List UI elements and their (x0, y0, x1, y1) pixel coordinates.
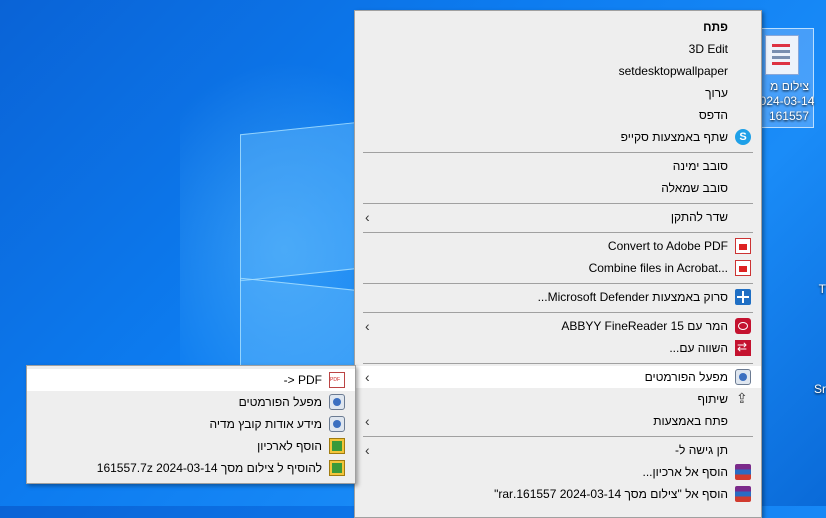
menu-item-format-factory[interactable]: ‹ מפעל הפורמטים (355, 366, 761, 388)
menu-item-add-to-archive[interactable]: הוסף אל ארכיון... (355, 461, 761, 483)
menu-item-convert-adobe-pdf[interactable]: Convert to Adobe PDF (355, 235, 761, 257)
submenu-item-format-factory[interactable]: מפעל הפורמטים (27, 391, 355, 413)
pdf-icon (329, 372, 345, 388)
menu-item-label: שתף באמצעות סקייפ (620, 130, 728, 144)
menu-separator (363, 363, 753, 364)
menu-item-label: ערוך (705, 86, 728, 100)
menu-item-label: הוסף אל "צילום מסך 2024-03-14 161557.rar… (494, 487, 728, 501)
menu-item-print[interactable]: הדפס (355, 104, 761, 126)
adobe-pdf-icon (735, 238, 751, 254)
menu-item-label: פתח באמצעות (653, 414, 728, 428)
skype-icon: S (735, 129, 751, 145)
menu-item-open-with[interactable]: ‹ פתח באמצעות (355, 410, 761, 432)
image-file-icon (765, 35, 799, 75)
defender-icon (735, 289, 751, 305)
winrar-icon (735, 464, 751, 480)
submenu-item-media-info[interactable]: מידע אודות קובץ מדיה (27, 413, 355, 435)
menu-item-compare-with[interactable]: השווה עם... (355, 337, 761, 359)
share-icon (735, 390, 751, 407)
menu-item-label: המר עם ABBYY FineReader 15 (561, 319, 728, 333)
edge-desktop-label-1: T (818, 282, 826, 296)
context-menu: פתח 3D Edit setdesktopwallpaper ערוך הדפ… (354, 10, 762, 518)
menu-separator (363, 436, 753, 437)
menu-item-label: שיתוף (697, 392, 728, 406)
7zip-icon (329, 438, 345, 454)
chevron-left-icon: ‹ (365, 209, 370, 225)
menu-item-cast-to-device[interactable]: ‹ שדר להתקן (355, 206, 761, 228)
menu-item-rotate-left[interactable]: סובב שמאלה (355, 177, 761, 199)
menu-item-scan-defender[interactable]: סרוק באמצעות Microsoft Defender... (355, 286, 761, 308)
submenu-item-add-7z[interactable]: להוסיף ל צילום מסך 2024-03-14 161557.7z (27, 457, 355, 479)
menu-item-label: הדפס (698, 108, 728, 122)
menu-item-label: תן גישה ל- (675, 443, 728, 457)
windows-logo-pane-top (240, 121, 360, 282)
menu-item-label: Convert to Adobe PDF (607, 239, 728, 253)
menu-item-label: מפעל הפורמטים (644, 370, 728, 384)
menu-separator (363, 152, 753, 153)
edge-desktop-label-2: Sr (814, 382, 826, 396)
menu-item-open[interactable]: פתח (355, 16, 761, 38)
submenu-item-label: -> PDF (283, 373, 322, 387)
menu-item-share-skype[interactable]: S שתף באמצעות סקייפ (355, 126, 761, 148)
submenu-item-add-archive[interactable]: הוסף לארכיון (27, 435, 355, 457)
menu-item-label: סרוק באמצעות Microsoft Defender... (537, 290, 728, 304)
compare-icon (735, 340, 751, 356)
chevron-left-icon: ‹ (365, 442, 370, 458)
menu-separator (363, 283, 753, 284)
7zip-icon (329, 460, 345, 476)
submenu-item-label: מפעל הפורמטים (238, 395, 322, 409)
menu-item-label: Combine files in Acrobat... (588, 261, 728, 275)
menu-separator (363, 203, 753, 204)
chevron-left-icon: ‹ (365, 369, 370, 385)
menu-item-combine-acrobat[interactable]: Combine files in Acrobat... (355, 257, 761, 279)
format-factory-icon (329, 416, 345, 432)
submenu-item-label: להוסיף ל צילום מסך 2024-03-14 161557.7z (96, 461, 322, 475)
menu-item-give-access[interactable]: ‹ תן גישה ל- (355, 439, 761, 461)
menu-item-3d-edit[interactable]: 3D Edit (355, 38, 761, 60)
menu-item-edit[interactable]: ערוך (355, 82, 761, 104)
menu-item-label: 3D Edit (688, 42, 728, 56)
winrar-icon (735, 486, 751, 502)
chevron-left-icon: ‹ (365, 318, 370, 334)
menu-separator (363, 232, 753, 233)
format-factory-submenu: -> PDF מפעל הפורמטים מידע אודות קובץ מדי… (26, 365, 356, 484)
abbyy-icon (735, 318, 751, 334)
menu-item-label: הוסף אל ארכיון... (642, 465, 728, 479)
menu-separator (363, 312, 753, 313)
menu-item-setdesktopwallpaper[interactable]: setdesktopwallpaper (355, 60, 761, 82)
format-factory-icon (735, 369, 751, 385)
acrobat-combine-icon (735, 260, 751, 276)
menu-item-label: שדר להתקן (670, 210, 728, 224)
submenu-item-to-pdf[interactable]: -> PDF (27, 369, 355, 391)
menu-item-abbyy-convert[interactable]: ‹ המר עם ABBYY FineReader 15 (355, 315, 761, 337)
menu-item-add-to-rar[interactable]: הוסף אל "צילום מסך 2024-03-14 161557.rar… (355, 483, 761, 505)
submenu-item-label: מידע אודות קובץ מדיה (209, 417, 322, 431)
menu-item-label: פתח (703, 20, 728, 34)
menu-item-label: setdesktopwallpaper (618, 64, 728, 78)
menu-item-rotate-right[interactable]: סובב ימינה (355, 155, 761, 177)
menu-item-label: סובב ימינה (672, 159, 728, 173)
menu-item-label: השווה עם... (669, 341, 728, 355)
submenu-item-label: הוסף לארכיון (257, 439, 322, 453)
menu-item-share[interactable]: שיתוף (355, 388, 761, 410)
chevron-left-icon: ‹ (365, 413, 370, 429)
desktop-file-icon[interactable]: צילום מ 2024-03-14 161557 (753, 28, 814, 128)
format-factory-icon (329, 394, 345, 410)
menu-item-label: סובב שמאלה (661, 181, 728, 195)
